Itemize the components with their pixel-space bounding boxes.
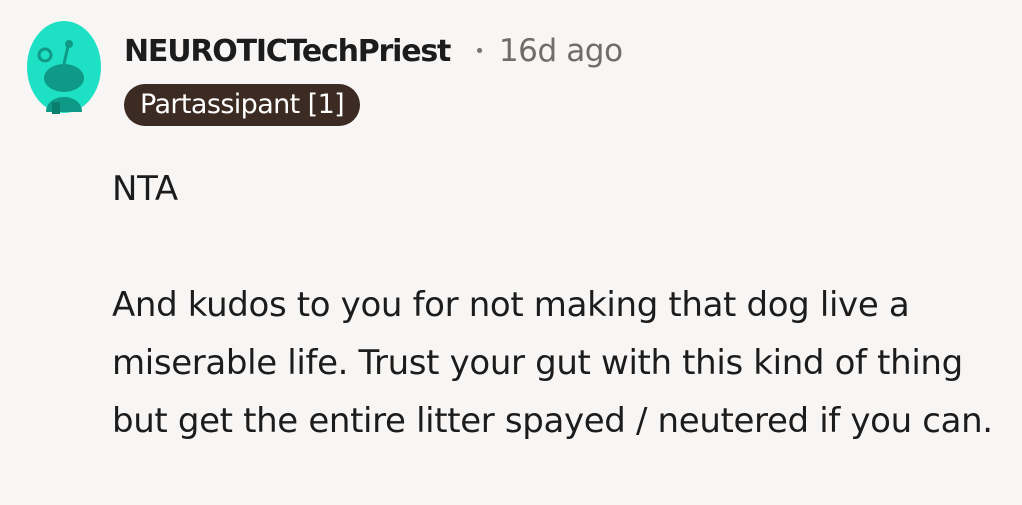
comment-header: NEUROTICTechPriest • 16d ago (124, 28, 623, 74)
user-flair-badge: Partassipant [1] (124, 84, 361, 126)
meta-separator: • (474, 40, 485, 62)
snoo-avatar-icon (27, 21, 101, 114)
comment-body: NTA And kudos to you for not making that… (112, 160, 1012, 450)
timestamp[interactable]: 16d ago (499, 33, 623, 69)
comment-paragraph: NTA (112, 169, 178, 209)
username-link[interactable]: NEUROTICTechPriest (124, 34, 451, 69)
comment: NEUROTICTechPriest • 16d ago Partassipan… (0, 0, 1022, 505)
comment-paragraph: And kudos to you for not making that dog… (112, 285, 993, 441)
avatar[interactable] (26, 20, 102, 114)
